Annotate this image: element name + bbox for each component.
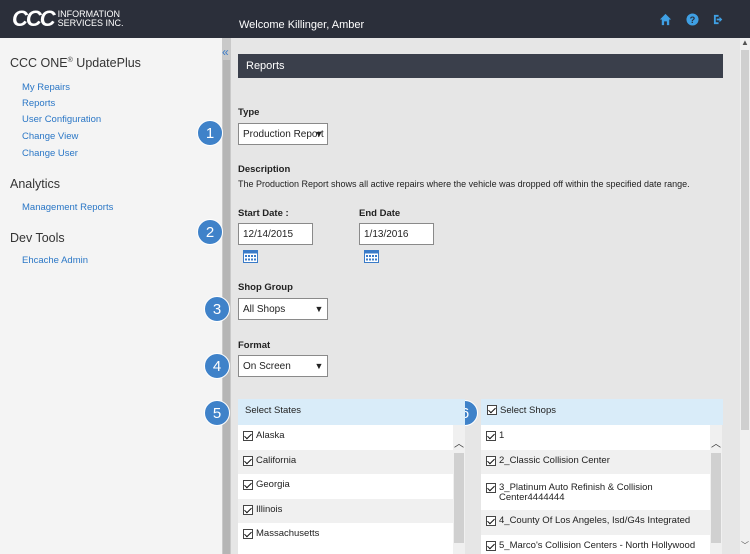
- sidebar-app-title: CCC ONE® UpdatePlus: [10, 56, 141, 70]
- list-item[interactable]: Georgia: [238, 474, 453, 499]
- states-list: Alaska California Georgia Illinois Massa…: [238, 425, 453, 554]
- state-label: Illinois: [256, 503, 283, 515]
- checkbox[interactable]: [486, 455, 496, 466]
- list-item[interactable]: Massachusetts: [238, 523, 453, 548]
- checkbox[interactable]: [486, 541, 496, 551]
- checkbox[interactable]: [486, 431, 496, 441]
- sidebar-section-dev-tools: Dev Tools: [10, 231, 65, 245]
- app-title-text: CCC ONE: [10, 56, 68, 70]
- description-text: The Production Report shows all active r…: [238, 179, 690, 189]
- home-icon[interactable]: [659, 13, 672, 26]
- chevron-down-icon: ▼: [314, 361, 324, 371]
- page-scroll-down-icon[interactable]: ﹀: [740, 540, 750, 551]
- collapse-sidebar-icon[interactable]: «: [222, 45, 229, 59]
- step-badge-5: 5: [204, 400, 230, 426]
- format-select-value: On Screen: [243, 361, 291, 372]
- shops-scroll-thumb[interactable]: [711, 453, 721, 543]
- chevron-down-icon: ▼: [314, 304, 324, 314]
- app-title-rest: UpdatePlus: [72, 56, 141, 70]
- states-scroll-thumb[interactable]: [454, 453, 464, 543]
- sidebar-item-reports[interactable]: Reports: [22, 98, 55, 109]
- shop-group-select[interactable]: All Shops ▼: [238, 298, 328, 320]
- shop-label: 1: [499, 430, 505, 441]
- list-item[interactable]: Alaska: [238, 425, 453, 450]
- logo-line-2: SERVICES INC.: [57, 18, 124, 28]
- type-select[interactable]: Production Report ▼: [238, 123, 328, 145]
- format-select[interactable]: On Screen ▼: [238, 355, 328, 377]
- shops-panel-header[interactable]: Select Shops: [481, 399, 723, 425]
- shop-group-label: Shop Group: [238, 282, 293, 293]
- welcome-text: Welcome Killinger, Amber: [239, 19, 365, 31]
- shop-label: 4_County Of Los Angeles, Isd/G4s Integra…: [499, 515, 691, 526]
- scroll-up-icon[interactable]: ︿: [710, 435, 722, 450]
- ccc-logo[interactable]: CCC INFORMATION SERVICES INC.: [12, 6, 124, 31]
- sidebar-item-ehcache-admin[interactable]: Ehcache Admin: [22, 255, 88, 266]
- type-label: Type: [238, 107, 260, 118]
- top-bar: CCC INFORMATION SERVICES INC. Welcome Ki…: [0, 0, 750, 38]
- description-label: Description: [238, 164, 291, 175]
- step-badge-1: 1: [197, 120, 223, 146]
- sidebar-item-change-user[interactable]: Change User: [22, 148, 78, 159]
- states-scrollbar[interactable]: ︿: [453, 425, 465, 554]
- checkbox[interactable]: [243, 455, 253, 466]
- svg-text:?: ?: [690, 15, 696, 25]
- list-item[interactable]: 5_Marco's Collision Centers - North Holl…: [481, 535, 710, 554]
- end-date-input[interactable]: 1/13/2016: [359, 223, 434, 245]
- state-label: Alaska: [256, 430, 285, 441]
- checkbox[interactable]: [243, 480, 253, 491]
- scroll-up-icon[interactable]: ︿: [453, 435, 465, 450]
- shop-label: 2_Classic Collision Center: [499, 454, 610, 466]
- end-date-calendar-icon[interactable]: [364, 249, 379, 263]
- checkbox[interactable]: [486, 516, 496, 526]
- list-item[interactable]: 2_Classic Collision Center: [481, 449, 710, 475]
- page-scroll-up-icon[interactable]: ▲: [740, 38, 750, 47]
- start-date-calendar-icon[interactable]: [243, 249, 258, 263]
- shop-label: 3_Platinum Auto Refinish & Collision Cen…: [499, 482, 653, 504]
- shops-scrollbar[interactable]: ︿: [710, 425, 722, 554]
- start-date-label: Start Date :: [238, 208, 289, 219]
- shop-group-select-value: All Shops: [243, 304, 286, 315]
- checkbox[interactable]: [243, 431, 253, 441]
- help-icon[interactable]: ?: [686, 13, 699, 26]
- start-date-input[interactable]: 12/14/2015: [238, 223, 313, 245]
- state-label: Massachusetts: [256, 528, 320, 540]
- sidebar-section-analytics: Analytics: [10, 177, 61, 191]
- shops-panel-title: Select Shops: [500, 405, 556, 416]
- type-select-value: Production Report: [243, 129, 324, 140]
- list-item[interactable]: 4_County Of Los Angeles, Isd/G4s Integra…: [481, 510, 710, 535]
- logout-icon[interactable]: [713, 13, 726, 26]
- states-panel-header: Select States: [238, 399, 465, 425]
- end-date-label: End Date: [359, 208, 401, 219]
- state-label: Georgia: [256, 479, 290, 491]
- states-panel-title: Select States: [245, 405, 301, 416]
- list-item[interactable]: California: [238, 449, 453, 475]
- list-item[interactable]: 3_Platinum Auto Refinish & Collision Cen…: [481, 474, 710, 506]
- logo-mark: CCC: [12, 6, 56, 31]
- page-scroll-thumb[interactable]: [741, 50, 749, 430]
- select-all-shops-checkbox[interactable]: [487, 405, 497, 415]
- sidebar-item-my-repairs[interactable]: My Repairs: [22, 82, 70, 93]
- sidebar-item-user-configuration[interactable]: User Configuration: [22, 114, 101, 125]
- list-item[interactable]: 1: [481, 425, 710, 450]
- logo-text: INFORMATION SERVICES INC.: [58, 10, 124, 28]
- sidebar-item-change-view[interactable]: Change View: [22, 131, 78, 142]
- chevron-down-icon: ▼: [314, 129, 324, 139]
- sidebar-item-management-reports[interactable]: Management Reports: [22, 202, 113, 213]
- step-badge-3: 3: [204, 296, 230, 322]
- state-label: California: [256, 454, 297, 466]
- shop-label: 5_Marco's Collision Centers - North Holl…: [499, 540, 696, 551]
- section-title-bar: Reports: [238, 54, 723, 78]
- checkbox[interactable]: [243, 504, 253, 515]
- list-item[interactable]: Illinois: [238, 498, 453, 524]
- format-label: Format: [238, 340, 271, 351]
- shops-list: 1 2_Classic Collision Center 3_Platinum …: [481, 425, 710, 554]
- step-badge-4: 4: [204, 353, 230, 379]
- step-badge-2: 2: [197, 219, 223, 245]
- checkbox[interactable]: [243, 529, 253, 540]
- checkbox[interactable]: [486, 483, 496, 494]
